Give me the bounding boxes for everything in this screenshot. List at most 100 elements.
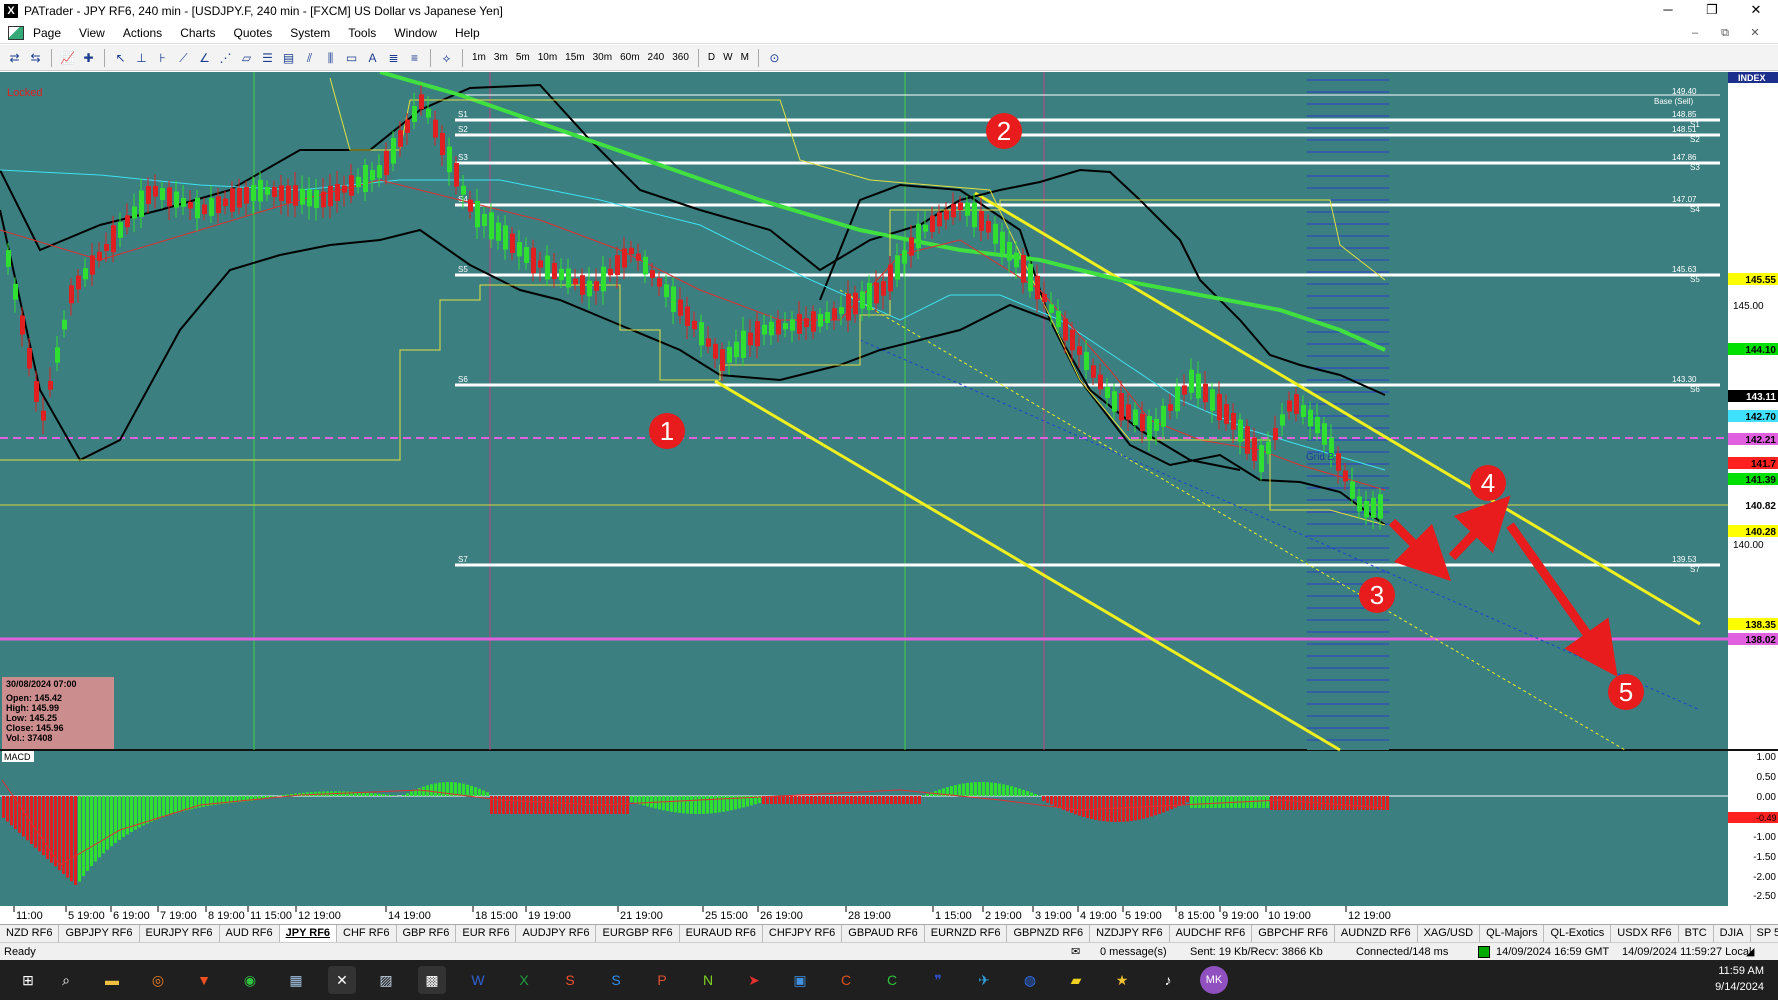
close-button[interactable]: ✕ — [1734, 0, 1778, 22]
tab-gbpjpy-rf6[interactable]: GBPJPY RF6 — [59, 925, 140, 942]
tab-eur-rf6[interactable]: EUR RF6 — [456, 925, 517, 942]
tab-nzd-rf6[interactable]: NZD RF6 — [0, 925, 60, 942]
macd-pane[interactable] — [0, 751, 1728, 906]
tab-eurjpy-rf6[interactable]: EURJPY RF6 — [140, 925, 220, 942]
mdi-minimize-button[interactable]: – — [1680, 22, 1710, 44]
tab-audnzd-rf6[interactable]: AUDNZD RF6 — [1335, 925, 1418, 942]
menu-charts[interactable]: Charts — [171, 22, 224, 44]
mdi-close-button[interactable]: ✕ — [1740, 22, 1770, 44]
tab-btc[interactable]: BTC — [1679, 925, 1714, 942]
app-star-icon[interactable]: ★ — [1108, 966, 1136, 994]
horizontal-line-icon[interactable]: ⊥ — [132, 48, 151, 68]
rectangle-icon[interactable]: ▭ — [342, 48, 361, 68]
tab-djia[interactable]: DJIA — [1714, 925, 1751, 942]
menu-window[interactable]: Window — [385, 22, 446, 44]
timeframe-3m[interactable]: 3m — [490, 48, 512, 68]
clock-icon[interactable]: ⊙ — [765, 48, 784, 68]
speed-lines-icon[interactable]: ≡ — [405, 48, 424, 68]
telegram-app-icon[interactable]: ✈ — [970, 966, 998, 994]
grid-icon[interactable]: ▤ — [279, 48, 298, 68]
calculator-icon[interactable]: ▦ — [282, 966, 310, 994]
tab-gbpaud-rf6[interactable]: GBPAUD RF6 — [842, 925, 925, 942]
taskbar-search-icon[interactable]: ⌕ — [52, 966, 80, 994]
chart-area[interactable]: S1148.85S1S2148.51S2S3147.86S3S4147.07S4… — [0, 70, 1778, 934]
maximize-button[interactable]: ❐ — [1690, 0, 1734, 22]
brave-browser-icon[interactable]: ▼ — [190, 966, 218, 994]
zoom-out-icon[interactable]: ⇆ — [26, 48, 45, 68]
indicator-icon[interactable]: ⟡ — [437, 48, 456, 68]
tab-eurnzd-rf6[interactable]: EURNZD RF6 — [925, 925, 1008, 942]
word-app-icon[interactable]: W — [464, 966, 492, 994]
timeframe-30m[interactable]: 30m — [589, 48, 616, 68]
windows-start-icon[interactable]: ⊞ — [14, 966, 42, 994]
sticky-notes-icon[interactable]: ▰ — [1062, 966, 1090, 994]
menu-view[interactable]: View — [70, 22, 114, 44]
tab-gbp-rf6[interactable]: GBP RF6 — [397, 925, 457, 942]
tab-euraud-rf6[interactable]: EURAUD RF6 — [680, 925, 763, 942]
tab-usdx-rf6[interactable]: USDX RF6 — [1611, 925, 1679, 942]
timeframe-1m[interactable]: 1m — [468, 48, 490, 68]
app-c-red-icon[interactable]: C — [832, 966, 860, 994]
tab-aud-rf6[interactable]: AUD RF6 — [220, 925, 280, 942]
tab-jpy-rf6[interactable]: JPY RF6 — [279, 925, 338, 942]
app-n-icon[interactable]: N — [694, 966, 722, 994]
cycle-lines-icon[interactable]: ⫼ — [321, 48, 340, 68]
timeframe-360[interactable]: 360 — [668, 48, 693, 68]
pointer-icon[interactable]: ↖ — [111, 48, 130, 68]
tiktok-app-icon[interactable]: ♪ — [1154, 966, 1182, 994]
gann-icon[interactable]: ⫽ — [300, 48, 319, 68]
app-arrow-icon[interactable]: ➤ — [740, 966, 768, 994]
period-monthly[interactable]: M — [737, 48, 753, 68]
app-c-green-icon[interactable]: C — [878, 966, 906, 994]
tab-ql-exotics[interactable]: QL-Exotics — [1544, 925, 1612, 942]
ray-line-icon[interactable]: ∠ — [195, 48, 214, 68]
tab-audjpy-rf6[interactable]: AUDJPY RF6 — [516, 925, 597, 942]
zoom-app-icon[interactable]: ◍ — [1016, 966, 1044, 994]
tab-xag-usd[interactable]: XAG/USD — [1418, 925, 1481, 942]
powerpoint-app-icon[interactable]: P — [648, 966, 676, 994]
patrader-app-icon[interactable]: ✕ — [328, 966, 356, 994]
menu-help[interactable]: Help — [446, 22, 489, 44]
zoom-in-icon[interactable]: ⇄ — [5, 48, 24, 68]
file-explorer-icon[interactable]: ▬ — [98, 966, 126, 994]
tab-eurgbp-rf6[interactable]: EURGBP RF6 — [596, 925, 680, 942]
excel-app-icon[interactable]: X — [510, 966, 538, 994]
fibonacci-icon[interactable]: ☰ — [258, 48, 277, 68]
timeframe-10m[interactable]: 10m — [534, 48, 561, 68]
vertical-line-icon[interactable]: ⊦ — [153, 48, 172, 68]
menu-tools[interactable]: Tools — [339, 22, 385, 44]
outlook-app-icon[interactable]: ▣ — [786, 966, 814, 994]
app-quote-icon[interactable]: ❞ — [924, 966, 952, 994]
tab-ql-majors[interactable]: QL-Majors — [1480, 925, 1545, 942]
tab-gbpnzd-rf6[interactable]: GBPNZD RF6 — [1007, 925, 1091, 942]
mail-icon[interactable]: ✉ — [1071, 943, 1080, 961]
chrome-browser-icon[interactable]: ◉ — [236, 966, 264, 994]
timeframe-60m[interactable]: 60m — [616, 48, 643, 68]
tab-nzdjpy-rf6[interactable]: NZDJPY RF6 — [1090, 925, 1170, 942]
menu-quotes[interactable]: Quotes — [225, 22, 282, 44]
taskbar-clock[interactable]: 11:59 AM 9/14/2024 — [1715, 963, 1764, 995]
chart-type-icon[interactable]: 📈 — [58, 48, 77, 68]
avatar[interactable]: MK — [1200, 966, 1228, 994]
period-weekly[interactable]: W — [719, 48, 736, 68]
chart-svg[interactable]: S1148.85S1S2148.51S2S3147.86S3S4147.07S4… — [0, 70, 1778, 924]
timeframe-15m[interactable]: 15m — [561, 48, 588, 68]
tab-chf-rf6[interactable]: CHF RF6 — [337, 925, 397, 942]
tab-gbpchf-rf6[interactable]: GBPCHF RF6 — [1252, 925, 1335, 942]
tab-audchf-rf6[interactable]: AUDCHF RF6 — [1170, 925, 1253, 942]
text-tool-icon[interactable]: A — [363, 48, 382, 68]
app-s-red-icon[interactable]: S — [556, 966, 584, 994]
tab-chfjpy-rf6[interactable]: CHFJPY RF6 — [763, 925, 843, 942]
menu-page[interactable]: Page — [24, 22, 70, 44]
timeframe-5m[interactable]: 5m — [512, 48, 534, 68]
notes-app-icon[interactable]: ▨ — [372, 966, 400, 994]
menu-system[interactable]: System — [281, 22, 339, 44]
page-icon[interactable] — [8, 25, 24, 40]
minimize-button[interactable]: ─ — [1646, 0, 1690, 22]
trend-line-icon[interactable]: ⟋ — [174, 48, 193, 68]
tab-sp-500[interactable]: SP 500 — [1751, 925, 1778, 942]
trading-app-icon[interactable]: ▩ — [418, 966, 446, 994]
timeframe-240[interactable]: 240 — [644, 48, 669, 68]
price-axis[interactable] — [1728, 72, 1778, 912]
channel-icon[interactable]: ▱ — [237, 48, 256, 68]
